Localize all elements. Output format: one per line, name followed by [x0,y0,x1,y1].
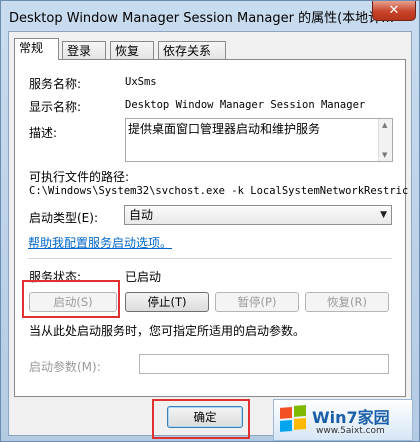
display-name-value: Desktop Window Manager Session Manager [125,99,366,111]
watermark-url: www.5aixt.com [316,426,385,436]
service-status-label: 服务状态: [29,270,82,284]
start-params-input[interactable] [139,354,389,374]
general-tab-panel: 服务名称: UxSms 显示名称: Desktop Window Manager… [14,59,409,397]
service-status-value: 已启动 [125,270,162,284]
startup-type-label: 启动类型(E): [29,211,98,225]
close-button[interactable]: ✕ [372,1,416,21]
chevron-down-icon: ▼ [380,210,387,220]
start-params-label: 启动参数(M): [29,360,101,374]
pause-button[interactable]: 暂停(P) [215,292,299,312]
service-name-label: 服务名称: [29,77,82,91]
description-text: 提供桌面窗口管理器启动和维护服务 [128,122,321,136]
dialog-client-area: 常规 登录 恢复 依存关系 服务名称: UxSms 显示名称: Desktop … [8,31,412,436]
window-title: Desktop Window Manager Session Manager 的… [9,11,395,26]
startup-type-value: 自动 [129,208,154,222]
scroll-up-icon[interactable]: ▲ [382,121,387,129]
title-bar[interactable]: Desktop Window Manager Session Manager 的… [1,1,419,31]
startup-help-link[interactable]: 帮助我配置服务启动选项。 [28,234,172,251]
display-name-label: 显示名称: [29,100,82,114]
resume-button[interactable]: 恢复(R) [305,292,389,312]
description-scrollbar[interactable]: ▲ ▼ [378,119,392,161]
description-label: 描述: [29,126,58,140]
tab-recovery[interactable]: 恢复 [110,41,154,59]
properties-dialog: Desktop Window Manager Session Manager 的… [0,0,420,442]
start-params-hint: 当从此处启动服务时，您可指定所适用的启动参数。 [29,324,306,338]
service-name-value: UxSms [125,76,157,88]
tab-dependencies[interactable]: 依存关系 [158,41,226,59]
exe-path-label: 可执行文件的路径: [29,170,130,184]
tab-general[interactable]: 常规 [14,38,59,60]
stop-button[interactable]: 停止(T) [125,292,209,312]
startup-type-select[interactable]: 自动 ▼ [124,205,392,225]
exe-path-value: C:\Windows\System32\svchost.exe -k Local… [29,185,409,197]
description-box[interactable]: 提供桌面窗口管理器启动和维护服务 ▲ ▼ [125,118,393,162]
watermark-brand: Win7家园 [312,408,390,427]
divider [28,258,392,259]
start-button[interactable]: 启动(S) [29,292,117,312]
ok-button[interactable]: 确定 [167,406,243,428]
close-icon: ✕ [388,3,400,18]
windows-logo-icon [280,405,306,432]
scroll-down-icon[interactable]: ▼ [382,151,387,159]
tab-logon[interactable]: 登录 [62,41,106,59]
watermark: Win7家园 www.5aixt.com [273,399,413,441]
